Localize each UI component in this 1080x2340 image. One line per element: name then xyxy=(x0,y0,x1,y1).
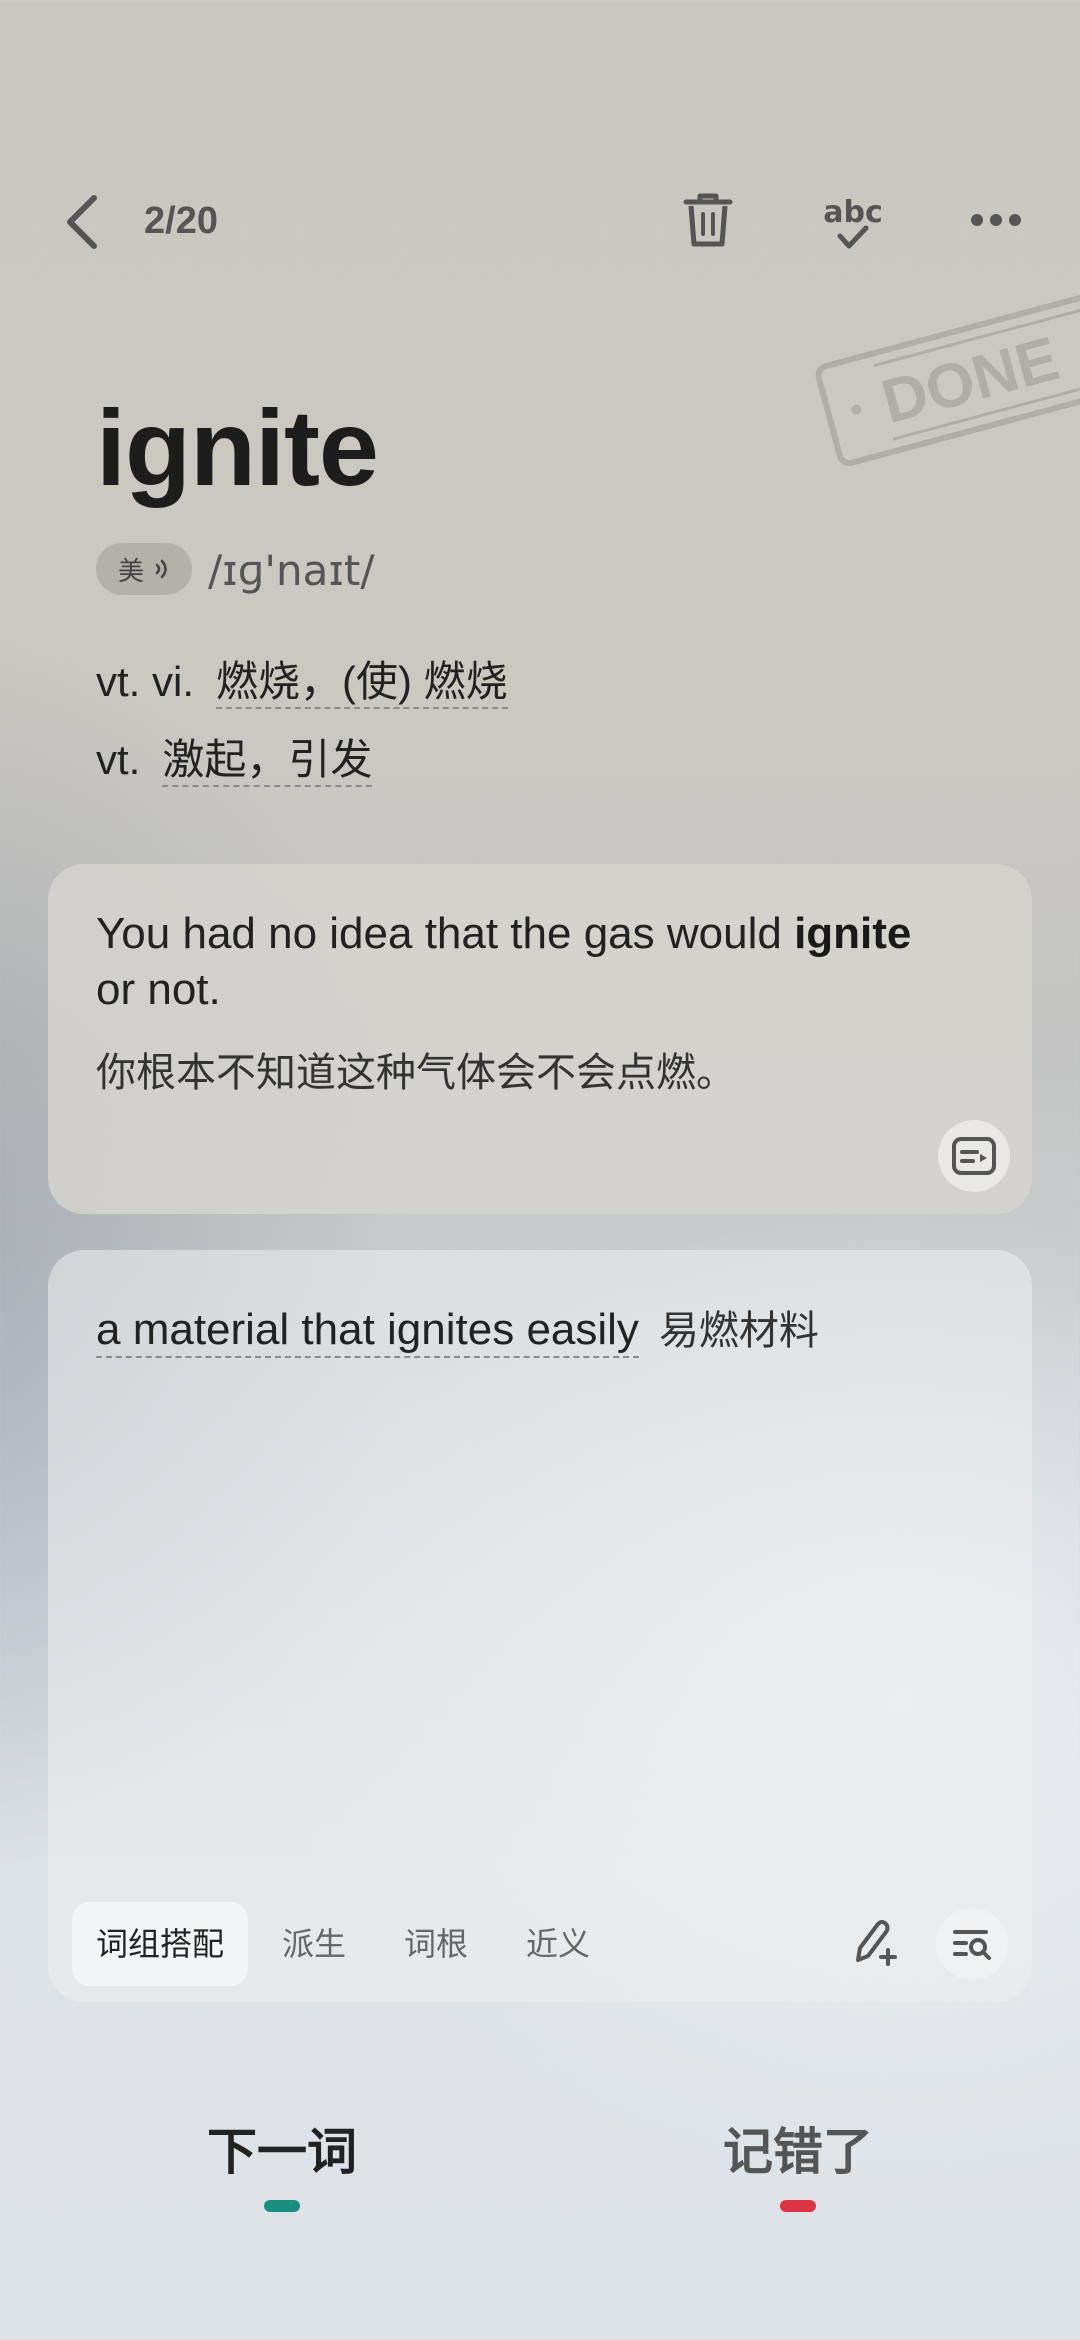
collocation-item[interactable]: a material that ignites easily 易燃材料 xyxy=(96,1298,819,1358)
definition-meaning[interactable]: 激起，引发 xyxy=(162,736,373,787)
subtitle-play-icon xyxy=(952,1137,996,1175)
chevron-left-icon xyxy=(67,195,97,249)
example-play-button[interactable] xyxy=(938,1120,1010,1192)
sound-icon xyxy=(155,559,167,579)
collocation-cn: 易燃材料 xyxy=(658,1309,819,1353)
collocation-card xyxy=(48,1250,1032,2002)
list-search-icon xyxy=(953,1930,991,1960)
search-list-button[interactable] xyxy=(936,1908,1008,1980)
phonetic: /ɪɡ'naɪt/ xyxy=(208,546,375,595)
pen-plus-icon xyxy=(856,1920,897,1966)
definition-row: vt. vi. 燃烧，(使) 燃烧 xyxy=(96,648,508,709)
definition-row: vt. 激起，引发 xyxy=(96,726,373,787)
delete-button[interactable] xyxy=(682,190,734,250)
headword: ignite xyxy=(96,387,379,508)
pronunciation-button[interactable]: 美 xyxy=(96,543,192,595)
example-sentence-en: You had no idea that the gas would ignit… xyxy=(96,909,912,1014)
svg-text:abc: abc xyxy=(823,195,883,230)
trash-icon xyxy=(683,193,733,247)
tab-collocations[interactable]: 词组搭配 xyxy=(72,1902,249,1986)
region-label: 美 xyxy=(117,555,144,586)
tab-bar: 词组搭配 派生 词根 近义 xyxy=(72,1902,624,1986)
more-button[interactable] xyxy=(970,205,1022,235)
collocation-en: a material that ignites easily xyxy=(96,1305,639,1358)
part-of-speech: vt. xyxy=(96,736,141,783)
spell-check-button[interactable]: abc xyxy=(818,192,888,256)
wrong-indicator xyxy=(780,2200,816,2212)
next-word-button[interactable]: 下一词 xyxy=(132,2112,432,2184)
spell-check-icon: abc xyxy=(823,195,883,249)
progress-counter: 2/20 xyxy=(144,200,218,242)
tab-synonyms[interactable]: 近义 xyxy=(502,1902,614,1986)
highlighted-word: ignite xyxy=(794,909,912,958)
mark-wrong-button[interactable]: 记错了 xyxy=(648,2112,948,2184)
definition-meaning[interactable]: 燃烧，(使) 燃烧 xyxy=(216,658,508,709)
back-button[interactable] xyxy=(60,190,110,254)
more-icon xyxy=(971,214,1021,226)
tab-derivatives[interactable]: 派生 xyxy=(258,1902,370,1986)
example-sentence-cn: 你根本不知道这种气体会不会点燃。 xyxy=(96,1051,736,1095)
done-stamp: DONE xyxy=(810,282,1080,476)
add-note-button[interactable] xyxy=(852,1916,898,1968)
next-indicator xyxy=(264,2200,300,2212)
part-of-speech: vt. vi. xyxy=(96,658,195,705)
tab-roots[interactable]: 词根 xyxy=(380,1902,492,1986)
